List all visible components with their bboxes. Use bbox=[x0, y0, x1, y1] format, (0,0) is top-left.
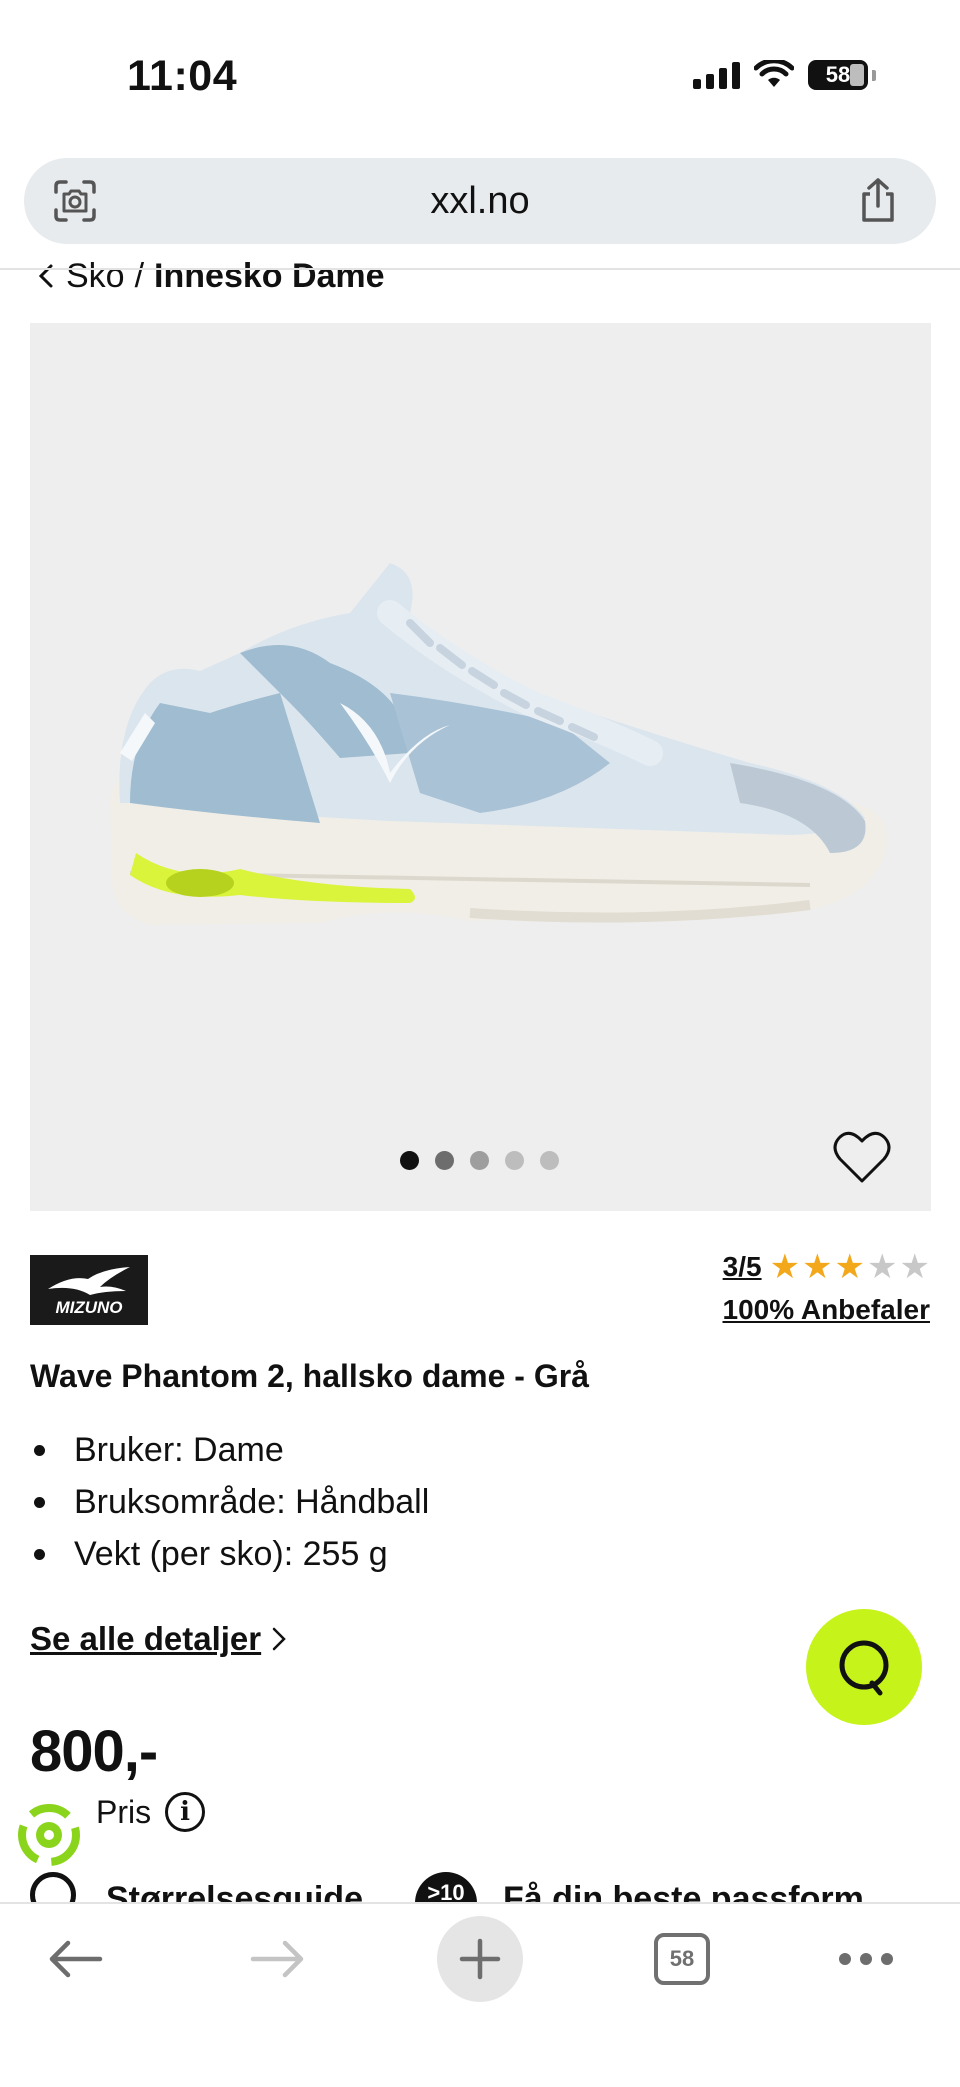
star-icon: ★ bbox=[802, 1248, 833, 1286]
product-specs: Bruker: Dame Bruksområde: Håndball Vekt … bbox=[30, 1425, 429, 1581]
arrow-left-icon bbox=[49, 1940, 103, 1978]
heart-icon[interactable] bbox=[832, 1129, 892, 1185]
breadcrumb-current[interactable]: Innesko Dame bbox=[154, 257, 385, 296]
chevron-left-icon[interactable] bbox=[36, 262, 56, 290]
spec-item: Bruksområde: Håndball bbox=[30, 1477, 429, 1529]
recycle-icon bbox=[18, 1804, 80, 1866]
url-text[interactable]: xxl.no bbox=[24, 180, 936, 223]
chevron-right-icon bbox=[272, 1627, 286, 1651]
brand-logo[interactable]: MIZUNO bbox=[30, 1255, 148, 1325]
plus-icon bbox=[459, 1938, 501, 1980]
fit-link[interactable]: Få din beste passform bbox=[503, 1880, 864, 1902]
rating-stars: ★ ★ ★ ★ ★ bbox=[770, 1250, 930, 1284]
tab-count: 58 bbox=[654, 1933, 710, 1985]
back-button[interactable] bbox=[40, 1916, 110, 2002]
arrow-right-icon bbox=[250, 1940, 304, 1978]
breadcrumb-parent[interactable]: Sko bbox=[66, 257, 125, 296]
chat-icon bbox=[839, 1640, 889, 1696]
tabs-button[interactable]: 58 bbox=[652, 1916, 712, 2002]
info-icon[interactable]: i bbox=[165, 1792, 206, 1832]
details-link-label[interactable]: Se alle detaljer bbox=[30, 1620, 261, 1658]
star-icon: ★ bbox=[834, 1248, 866, 1286]
product-title: Wave Phantom 2, hallsko dame - Grå bbox=[30, 1358, 589, 1394]
star-icon: ★ bbox=[867, 1248, 898, 1286]
status-icons: 58 bbox=[693, 60, 876, 90]
gallery-pagination[interactable] bbox=[400, 1151, 559, 1170]
more-button[interactable] bbox=[836, 1916, 896, 2002]
more-icon bbox=[839, 1953, 893, 1965]
rating[interactable]: 3/5 ★ ★ ★ ★ ★ 100% Anbefaler bbox=[723, 1250, 931, 1326]
product-image-gallery[interactable] bbox=[30, 323, 931, 1211]
chat-button[interactable] bbox=[806, 1609, 922, 1725]
wifi-icon bbox=[754, 60, 794, 87]
status-time: 11:04 bbox=[127, 52, 238, 100]
battery-icon: 58 bbox=[808, 60, 868, 90]
spec-item: Vekt (per sko): 255 g bbox=[30, 1529, 429, 1581]
gallery-dot[interactable] bbox=[505, 1151, 524, 1170]
gallery-dot[interactable] bbox=[400, 1151, 419, 1170]
url-bar[interactable]: xxl.no bbox=[24, 158, 936, 244]
price-info: Pris i bbox=[96, 1792, 206, 1832]
price-label: Pris bbox=[96, 1793, 152, 1830]
share-icon[interactable] bbox=[856, 176, 900, 224]
price: 800,- bbox=[30, 1719, 158, 1784]
gallery-dot[interactable] bbox=[435, 1151, 454, 1170]
recommend-link[interactable]: 100% Anbefaler bbox=[723, 1294, 931, 1326]
new-tab-button[interactable] bbox=[437, 1916, 523, 2002]
gallery-dot[interactable] bbox=[470, 1151, 489, 1170]
signal-icon bbox=[693, 61, 740, 89]
size-guide-icon bbox=[30, 1872, 76, 1902]
status-bar: 11:04 58 bbox=[0, 0, 960, 150]
mizuno-logo: MIZUNO bbox=[48, 1267, 130, 1317]
see-all-details-link[interactable]: Se alle detaljer bbox=[30, 1620, 287, 1658]
browser-toolbar: 58 bbox=[0, 1902, 960, 2087]
gallery-dot[interactable] bbox=[540, 1151, 559, 1170]
battery-level: 58 bbox=[825, 62, 851, 87]
spec-item: Bruker: Dame bbox=[30, 1425, 429, 1477]
star-icon: ★ bbox=[769, 1248, 801, 1286]
size-guide-row[interactable]: Størrelsesguide >10 Få din beste passfor… bbox=[30, 1872, 930, 1902]
shoe-image bbox=[110, 563, 887, 925]
star-icon: ★ bbox=[899, 1248, 930, 1286]
size-guide-link[interactable]: Størrelsesguide bbox=[106, 1880, 363, 1902]
rating-score[interactable]: 3/5 bbox=[723, 1251, 762, 1283]
breadcrumb: Sko / Innesko Dame bbox=[36, 256, 385, 296]
fit-badge: >10 bbox=[414, 1872, 477, 1902]
svg-text:MIZUNO: MIZUNO bbox=[55, 1298, 122, 1317]
forward-button[interactable] bbox=[243, 1916, 313, 2002]
divider bbox=[0, 268, 960, 270]
breadcrumb-separator: / bbox=[134, 256, 145, 295]
